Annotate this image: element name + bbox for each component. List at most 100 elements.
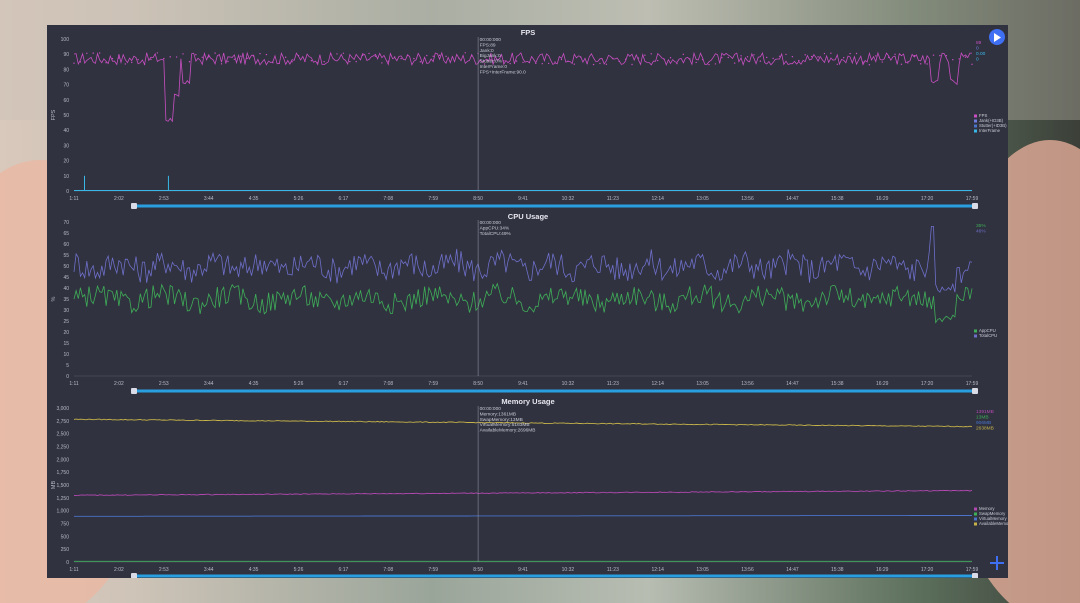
x-tick-label: 5:26 <box>294 381 304 387</box>
fps-point <box>926 63 928 65</box>
x-tick-label: 14:47 <box>786 381 799 387</box>
chart-title: FPS <box>521 28 536 37</box>
fps-point <box>208 56 210 58</box>
y-tick-label: 5 <box>66 363 69 369</box>
x-tick-label: 1:11 <box>69 381 79 387</box>
y-tick-label: 750 <box>61 522 70 528</box>
x-tick-label: 11:23 <box>607 196 619 202</box>
x-tick-label: 13:05 <box>696 381 709 387</box>
fps-point <box>650 53 652 55</box>
y-tick-label: 15 <box>63 341 69 347</box>
fps-point <box>169 56 171 58</box>
x-tick-label: 15:38 <box>831 196 844 202</box>
range-slider-handle-right[interactable] <box>972 388 978 394</box>
x-tick-label: 1:11 <box>69 567 79 573</box>
legend-swatch <box>974 124 977 128</box>
cursor-tooltip-line: Stutter:0% <box>480 59 503 65</box>
x-tick-label: 9:41 <box>518 567 528 573</box>
x-tick-label: 12:14 <box>651 196 664 202</box>
y-tick-label: 0 <box>66 374 69 380</box>
range-slider-handle-right[interactable] <box>972 203 978 209</box>
x-tick-label: 5:26 <box>294 567 304 573</box>
y-tick-label: 90 <box>63 52 69 58</box>
fps-point <box>592 63 595 66</box>
fps-point <box>458 57 460 59</box>
y-tick-label: 10 <box>63 174 69 180</box>
y-tick-label: 60 <box>63 242 69 248</box>
fps-point <box>560 58 563 61</box>
x-tick-label: 15:38 <box>831 381 844 387</box>
fps-point <box>118 57 120 59</box>
fps-point <box>964 56 967 58</box>
range-slider-handle-left[interactable] <box>131 388 137 394</box>
legend-swatch <box>974 329 977 333</box>
right-current-value: 0 <box>976 46 979 52</box>
fps-point <box>772 57 774 60</box>
cursor-tooltip-line: VirtualMemory:5163MB <box>480 422 530 428</box>
fps-point <box>721 57 723 59</box>
y-tick-label: 80 <box>63 67 69 73</box>
fps-point <box>515 60 518 62</box>
plus-icon[interactable] <box>989 555 1005 571</box>
fps-point <box>894 53 896 55</box>
fps-point <box>541 62 543 65</box>
fps-point <box>259 52 261 55</box>
x-tick-label: 17:59 <box>966 196 979 202</box>
y-tick-label: 1,750 <box>56 470 69 476</box>
fps-point <box>714 63 717 65</box>
x-tick-label: 12:14 <box>651 381 664 387</box>
right-current-value: 89 <box>976 40 982 46</box>
range-slider-handle-right[interactable] <box>972 573 978 578</box>
fps-point <box>137 58 139 61</box>
y-tick-label: 1,000 <box>56 509 69 515</box>
cursor-tooltip-line: 00:00:000 <box>480 406 502 412</box>
play-button[interactable] <box>989 29 1005 45</box>
fps-point <box>567 60 569 63</box>
cursor-tooltip-line: Memory:1361MB <box>480 411 517 417</box>
fps-point <box>182 53 184 55</box>
y-tick-label: 30 <box>63 143 69 149</box>
legend-label: InterFrame <box>979 128 1001 133</box>
fps-point <box>201 56 203 59</box>
y-tick-label: 20 <box>63 159 69 165</box>
fps-point <box>727 56 729 59</box>
x-tick-label: 7:08 <box>383 196 393 202</box>
x-tick-label: 6:17 <box>339 567 349 573</box>
fps-point <box>791 55 794 58</box>
y-tick-label: 3,000 <box>56 406 69 412</box>
fps-point <box>939 54 941 57</box>
fps-point <box>612 57 614 59</box>
legend-swatch <box>974 129 977 133</box>
fps-point <box>554 61 556 63</box>
fps-point <box>143 63 146 66</box>
fps-point <box>342 52 345 54</box>
cursor-tooltip-line: FPS+InterFrame:90.0 <box>480 69 527 75</box>
fps-point <box>958 58 960 60</box>
y-tick-label: 1,250 <box>56 496 69 502</box>
range-slider-track[interactable] <box>133 389 976 393</box>
y-tick-label: 2,250 <box>56 445 69 451</box>
fps-point <box>817 56 819 58</box>
fps-point <box>804 54 806 56</box>
fps-point <box>952 59 954 61</box>
y-tick-label: 250 <box>61 547 70 553</box>
range-slider-track[interactable] <box>133 204 976 208</box>
fps-point <box>766 56 768 59</box>
right-current-value: 1391MB <box>976 409 994 415</box>
fps-point <box>175 56 178 58</box>
x-tick-label: 17:20 <box>921 381 934 387</box>
range-slider-handle-left[interactable] <box>131 573 137 578</box>
fps-point <box>355 60 357 63</box>
fps-point <box>272 61 274 64</box>
range-slider-track[interactable] <box>133 574 976 578</box>
fps-point <box>746 56 749 58</box>
range-slider-handle-left[interactable] <box>131 203 137 209</box>
fps-point <box>509 62 511 65</box>
y-tick-label: 1,500 <box>56 483 69 489</box>
x-tick-label: 15:38 <box>831 567 844 573</box>
x-tick-label: 4:35 <box>249 567 259 573</box>
fps-point <box>932 54 935 56</box>
fps-point <box>503 60 505 62</box>
x-tick-label: 2:02 <box>114 567 124 573</box>
fps-point <box>753 54 755 56</box>
